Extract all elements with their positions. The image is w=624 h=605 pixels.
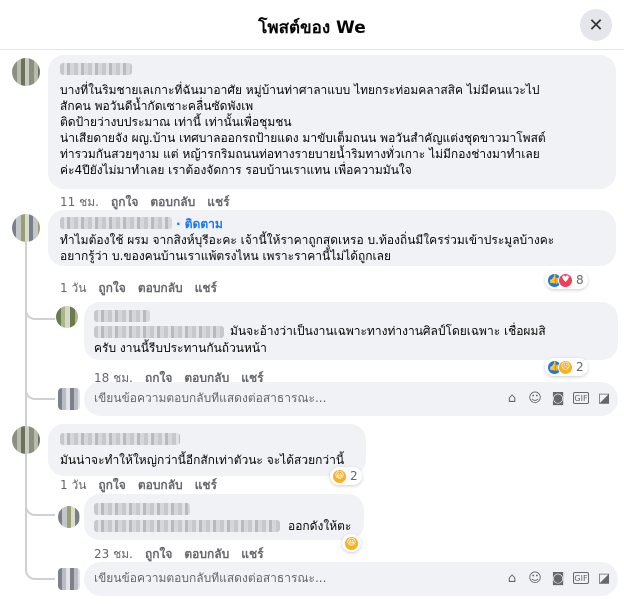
avatar [58, 568, 80, 590]
reaction-summary[interactable]: 😆 [342, 534, 361, 552]
emoji-icon[interactable]: ☺ [527, 390, 543, 406]
commenter-name[interactable] [60, 433, 180, 445]
comment-time[interactable]: 1 วัน [60, 476, 86, 495]
replier-name-blur [94, 326, 224, 338]
share-button[interactable]: แชร์ [195, 279, 217, 298]
comment-bubble: · ติดตาม ทำไมต้องใช้ ผรม จากสิงห์บุรีอะค… [48, 210, 616, 266]
comment-time[interactable]: 1 วัน [60, 279, 86, 298]
reply-text: ครับ งานนี้รีบประทานกันถ้วนหน้า [94, 341, 267, 355]
comment-text: บางที่ในริมชายเลเกาะที่ฉันมาอาศัย หมู่บ้… [60, 83, 546, 177]
comment-text: มันน่าจะทำให้ใหญ่กว่านี้อีกสักเท่าตัวนะ … [60, 453, 345, 467]
reply-text: ออกดังให้ตะ [288, 519, 352, 533]
close-button[interactable]: ✕ [580, 9, 612, 41]
replier-name-blur [94, 520, 280, 532]
reaction-count: 8 [576, 273, 584, 287]
reply-connector [25, 360, 55, 400]
sad-reaction-icon: ☹ [558, 359, 573, 375]
reply-connector [25, 456, 55, 516]
commenter-name[interactable] [60, 63, 132, 75]
gif-icon[interactable]: GIF [573, 392, 589, 404]
composer-tools: ⌂ ☺ ◙ GIF ◪ [504, 390, 612, 406]
avatar [58, 388, 80, 410]
share-button[interactable]: แชร์ [195, 476, 217, 495]
reply-bubble: ออกดังให้ตะ [84, 494, 364, 540]
reply-input[interactable] [94, 571, 394, 585]
haha-reaction-icon: 😆 [332, 468, 347, 484]
replier-name[interactable] [94, 310, 150, 322]
commenter-name[interactable] [60, 217, 172, 229]
sticker-icon[interactable]: ⌂ [504, 390, 520, 406]
like-button[interactable]: ถูกใจ [98, 476, 125, 495]
like-button[interactable]: ถูกใจ [98, 279, 125, 298]
reply-composer: ⌂ ☺ ◙ GIF ◪ [84, 382, 618, 416]
comment-actions: 1 วัน ถูกใจ ตอบกลับ แชร์ [60, 476, 229, 495]
reaction-count: 2 [576, 360, 584, 374]
comment-actions: 1 วัน ถูกใจ ตอบกลับ แชร์ [60, 279, 229, 298]
avatar[interactable] [12, 58, 40, 86]
love-reaction-icon: ♥ [558, 272, 573, 288]
haha-reaction-icon: 😆 [344, 535, 359, 551]
avatar[interactable] [12, 214, 40, 242]
camera-icon[interactable]: ◙ [550, 570, 566, 586]
reaction-summary[interactable]: 👍 ♥ 8 [545, 271, 588, 289]
gif-icon[interactable]: GIF [573, 572, 589, 584]
reaction-summary[interactable]: 👍 ☹ 2 [545, 358, 588, 376]
reply-composer: ⌂ ☺ ◙ GIF ◪ [84, 562, 618, 596]
avatar[interactable] [56, 306, 78, 328]
emoji-icon[interactable]: ☺ [527, 570, 543, 586]
reply-connector [25, 268, 55, 320]
sticker-alt-icon[interactable]: ◪ [596, 570, 612, 586]
comment-text: ทำไมต้องใช้ ผรม จากสิงห์บุรีอะคะ เจ้านี้… [60, 233, 555, 263]
dialog-title: โพสต์ของ We [258, 18, 366, 38]
reply-bubble: มันจะอ้างว่าเป็นงานเฉพาะทางท่างานศิลป์โด… [84, 302, 618, 360]
avatar[interactable] [12, 426, 40, 454]
sticker-icon[interactable]: ⌂ [504, 570, 520, 586]
comment-bubble: มันน่าจะทำให้ใหญ่กว่านี้อีกสักเท่าตัวนะ … [48, 424, 366, 476]
reaction-count: 2 [350, 469, 358, 483]
comment-bubble: บางที่ในริมชายเลเกาะที่ฉันมาอาศัย หมู่บ้… [48, 55, 616, 189]
close-icon: ✕ [588, 14, 604, 36]
avatar[interactable] [58, 506, 80, 528]
reply-button[interactable]: ตอบกลับ [138, 279, 183, 298]
sticker-alt-icon[interactable]: ◪ [596, 390, 612, 406]
reply-button[interactable]: ตอบกลับ [138, 476, 183, 495]
reply-text: มันจะอ้างว่าเป็นงานเฉพาะทางท่างานศิลป์โด… [230, 324, 546, 338]
camera-icon[interactable]: ◙ [550, 390, 566, 406]
composer-tools: ⌂ ☺ ◙ GIF ◪ [504, 570, 612, 586]
replier-name[interactable] [94, 503, 190, 515]
reply-input[interactable] [94, 391, 394, 405]
reply-connector [25, 540, 55, 580]
reaction-summary[interactable]: 😆 2 [330, 467, 362, 485]
post-dialog-header: โพสต์ของ We ✕ [0, 0, 624, 50]
